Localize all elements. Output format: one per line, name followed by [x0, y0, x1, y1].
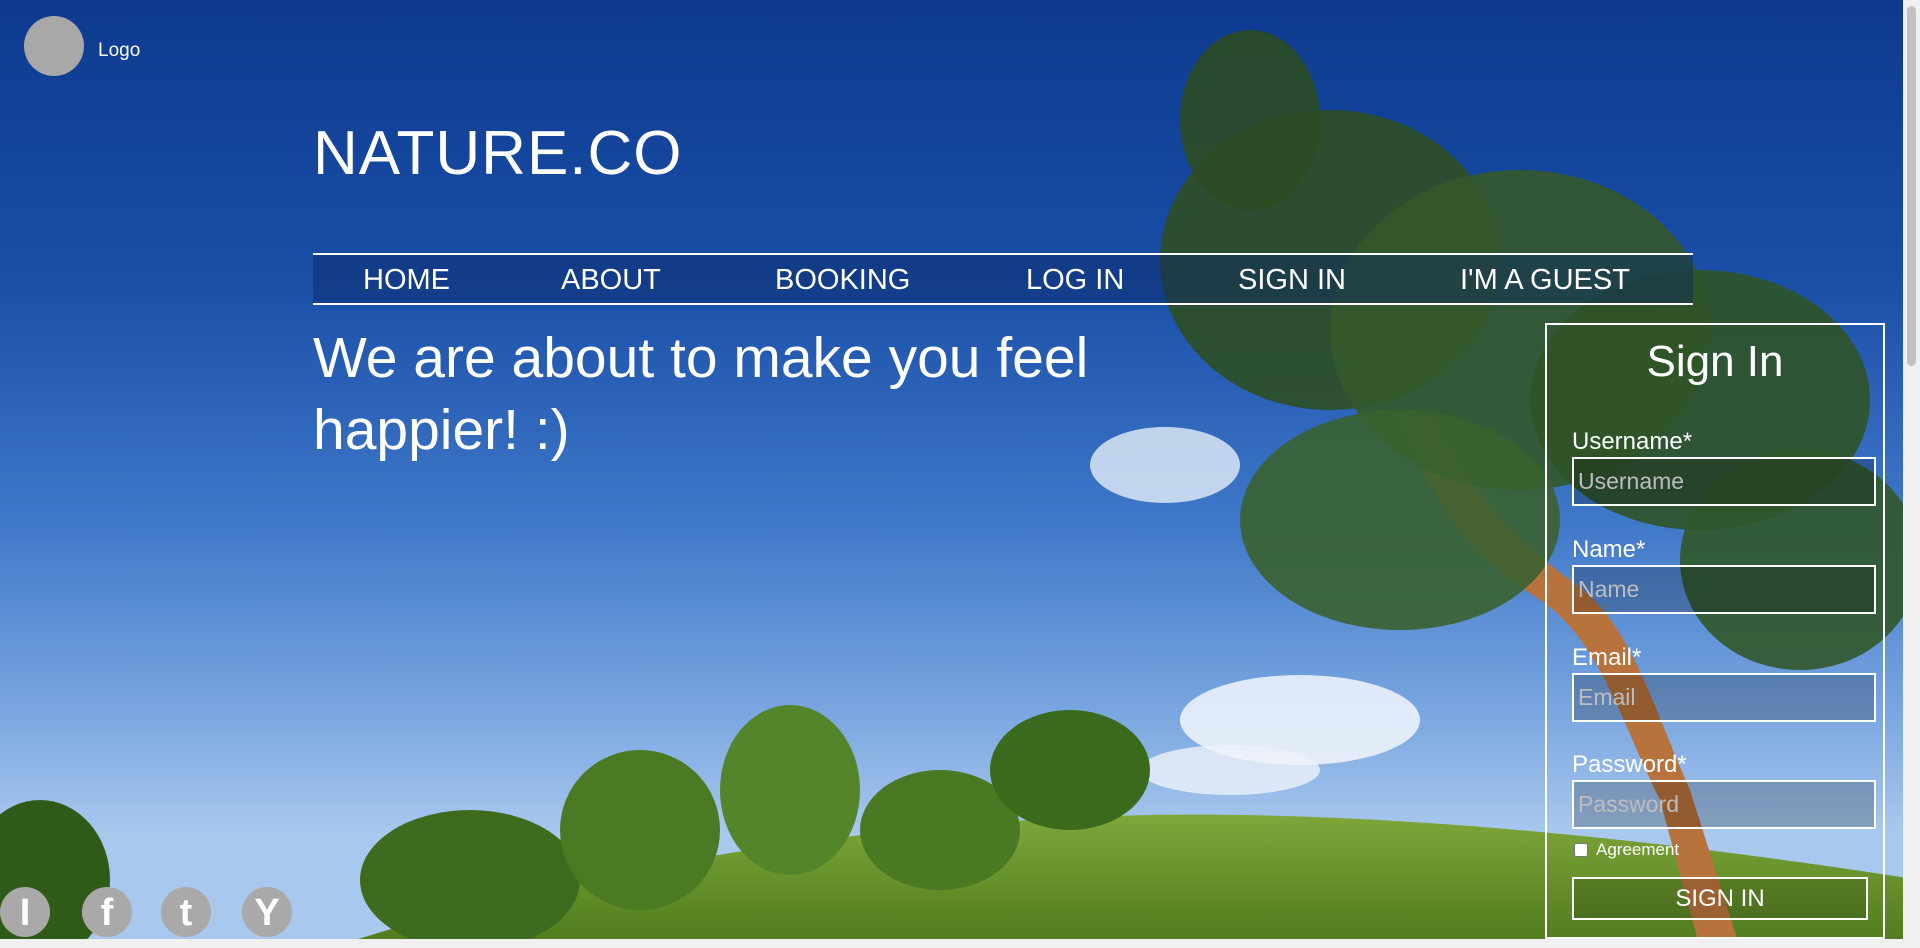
- sign-in-title: Sign In: [1646, 337, 1784, 386]
- nav-item-log-in[interactable]: LOG IN: [1026, 264, 1124, 297]
- logo-image: [24, 16, 84, 76]
- username-label: Username*: [1572, 428, 1693, 455]
- password-label: Password*: [1572, 751, 1687, 778]
- youtube-icon[interactable]: Y: [242, 887, 292, 937]
- twitter-icon[interactable]: t: [161, 887, 211, 937]
- name-label: Name*: [1572, 536, 1646, 563]
- site-title: NATURE.CO: [313, 119, 683, 188]
- vertical-scrollbar[interactable]: [1903, 0, 1920, 948]
- horizontal-scrollbar[interactable]: [0, 939, 1903, 948]
- facebook-icon[interactable]: f: [82, 887, 132, 937]
- instagram-icon[interactable]: I: [0, 887, 50, 937]
- nav-item-about[interactable]: ABOUT: [561, 264, 661, 297]
- name-input[interactable]: [1572, 565, 1876, 614]
- sign-in-button[interactable]: SIGN IN: [1572, 877, 1868, 920]
- nav-item-booking[interactable]: BOOKING: [775, 264, 910, 297]
- email-label: Email*: [1572, 644, 1642, 671]
- agreement-checkbox[interactable]: [1574, 843, 1588, 857]
- nav-item-guest[interactable]: I'M A GUEST: [1460, 264, 1630, 297]
- main-nav: HOME ABOUT BOOKING LOG IN SIGN IN I'M A …: [313, 253, 1693, 305]
- hero-headline: We are about to make you feel happier! :…: [313, 326, 1089, 462]
- scrollbar-thumb[interactable]: [1907, 6, 1916, 366]
- agreement-row: Agreement: [1574, 840, 1679, 860]
- logo[interactable]: Logo: [24, 16, 140, 76]
- password-input[interactable]: [1572, 780, 1876, 829]
- sign-in-form: Sign In Username* Name* Email* Password*…: [1545, 323, 1885, 939]
- logo-text: Logo: [98, 40, 141, 61]
- agreement-label: Agreement: [1596, 840, 1680, 859]
- username-input[interactable]: [1572, 457, 1876, 506]
- nav-item-sign-in[interactable]: SIGN IN: [1238, 264, 1346, 297]
- email-input[interactable]: [1572, 673, 1876, 722]
- nav-item-home[interactable]: HOME: [363, 264, 450, 297]
